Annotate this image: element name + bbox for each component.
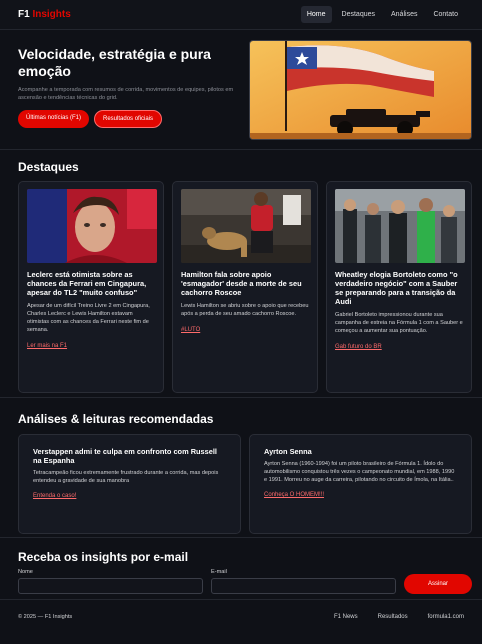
footer-link-results[interactable]: Resultados — [378, 614, 408, 620]
bortoleto-paddock-photo — [335, 189, 465, 263]
email-label: E-mail — [211, 569, 227, 575]
hero-flag-car-illustration — [250, 41, 472, 139]
analysis-card: Verstappen admi te culpa em confronto co… — [18, 434, 241, 534]
name-label: Nome — [18, 569, 33, 575]
name-input[interactable] — [18, 578, 203, 594]
highlight-card-link[interactable]: #LUTO — [181, 327, 200, 333]
hamilton-dog-photo — [181, 189, 311, 263]
hero-text: Velocidade, estratégia e pura emoção Aco… — [18, 40, 235, 139]
hero-actions: Últimas notícias (F1) Resultados oficiai… — [18, 110, 235, 128]
footer-link-f1-news[interactable]: F1 News — [334, 614, 358, 620]
highlight-card-link[interactable]: Gab futuro do BR — [335, 344, 382, 350]
brand-logo[interactable]: F1 Insights — [18, 9, 71, 20]
highlight-card-text: Lewis Hamilton se abriu sobre o apoio qu… — [181, 303, 309, 317]
analysis-card-link[interactable]: Entenda o caso! — [33, 493, 76, 499]
highlight-card-title: Hamilton fala sobre apoio 'esmagador' de… — [181, 270, 302, 297]
analysis-card-text: Ayrton Senna (1960-1994) foi um piloto b… — [264, 461, 455, 483]
analysis-card-link[interactable]: Conheça O HOMEM!!! — [264, 492, 324, 498]
main-menu: Home Destaques Análises Contato — [300, 6, 464, 23]
top-navbar: F1 Insights Home Destaques Análises Cont… — [0, 0, 482, 30]
analysis-card: Ayrton Senna Ayrton Senna (1960-1994) fo… — [249, 434, 472, 534]
newsletter-form: Nome E-mail Assinar — [18, 569, 472, 594]
analysis-card-text: Tetracampeão ficou extremamente frustrad… — [33, 470, 219, 484]
footer: © 2025 — F1 Insights F1 News Resultados … — [0, 600, 482, 633]
footer-link-formula1[interactable]: formula1.com — [428, 614, 464, 620]
hero-subtitle: Acompanhe a temporada com resumos de cor… — [18, 87, 234, 101]
nav-contato[interactable]: Contato — [427, 6, 464, 23]
analysis-card-title: Ayrton Senna — [264, 447, 312, 456]
nav-home[interactable]: Home — [300, 6, 332, 23]
hero-title: Velocidade, estratégia e pura emoção — [18, 46, 211, 79]
name-field-group: Nome — [18, 569, 203, 594]
brand-prefix: F1 — [18, 9, 30, 20]
latest-news-button[interactable]: Últimas notícias (F1) — [18, 110, 90, 128]
analysis-card-title: Verstappen admi te culpa em confronto co… — [33, 447, 217, 465]
newsletter-section: Receba os insights por e-mail Nome E-mai… — [0, 538, 482, 600]
hero-section: Velocidade, estratégia e pura emoção Aco… — [0, 30, 482, 150]
leclerc-photo — [27, 189, 157, 263]
nav-analises[interactable]: Análises — [385, 6, 423, 23]
brand-accent: Insights — [32, 9, 71, 20]
highlight-card-text: Apesar de um difícil Treino Livre 2 em C… — [27, 303, 150, 333]
highlight-card-title: Leclerc está otimista sobre as chances d… — [27, 270, 147, 297]
highlights-section: Destaques Leclerc está otimista sobre as… — [0, 150, 482, 398]
analysis-title: Análises & leituras recomendadas — [18, 412, 214, 426]
newsletter-title: Receba os insights por e-mail — [18, 550, 189, 564]
footer-links: F1 News Resultados formula1.com — [334, 614, 464, 620]
subscribe-button[interactable]: Assinar — [404, 574, 472, 594]
highlight-card-link[interactable]: Ler mais na F1 — [27, 343, 67, 349]
analysis-section: Análises & leituras recomendadas Verstap… — [0, 398, 482, 538]
official-results-button[interactable]: Resultados oficiais — [94, 110, 163, 128]
analysis-cards: Verstappen admi te culpa em confronto co… — [0, 426, 482, 534]
highlight-card-title: Wheatley elogia Bortoleto como "o verdad… — [335, 270, 458, 306]
email-field-group: E-mail — [211, 569, 396, 594]
copyright: © 2025 — F1 Insights — [18, 613, 73, 620]
highlight-card: Hamilton fala sobre apoio 'esmagador' de… — [172, 181, 318, 393]
highlight-card: Wheatley elogia Bortoleto como "o verdad… — [326, 181, 472, 393]
highlights-title: Destaques — [18, 160, 79, 174]
highlights-cards: Leclerc está otimista sobre as chances d… — [0, 174, 482, 393]
nav-destaques[interactable]: Destaques — [336, 6, 381, 23]
email-input[interactable] — [211, 578, 396, 594]
highlight-card-text: Gabriel Bortoleto impressionou durante s… — [335, 312, 463, 334]
hero-image — [249, 40, 472, 140]
highlight-card: Leclerc está otimista sobre as chances d… — [18, 181, 164, 393]
